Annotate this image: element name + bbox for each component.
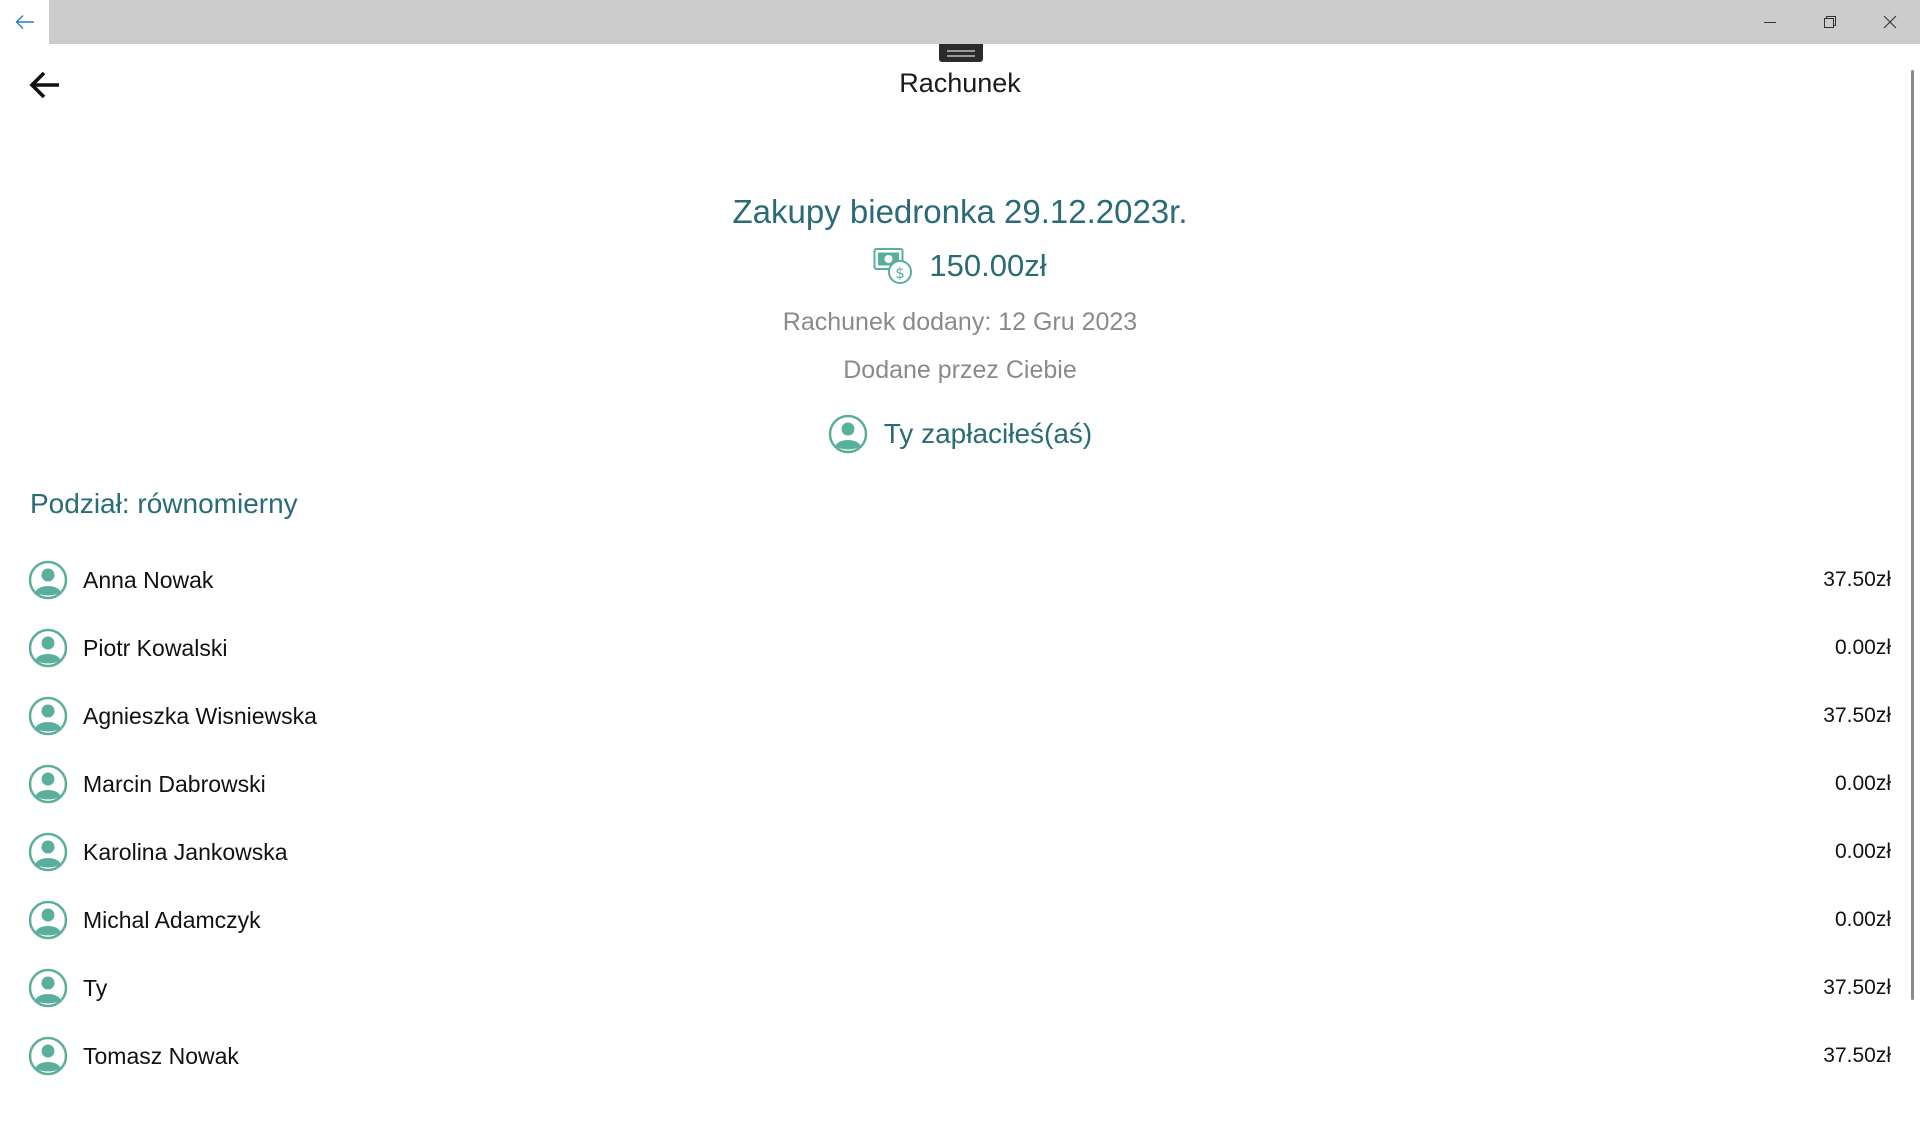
minimize-icon <box>1764 22 1776 23</box>
list-item[interactable]: Karolina Jankowska 0.00zł <box>28 818 1892 886</box>
money-icon: $ <box>873 248 913 284</box>
vertical-scrollbar[interactable] <box>1911 70 1914 1000</box>
participant-name: Anna Nowak <box>83 566 214 593</box>
user-avatar-icon <box>828 414 867 454</box>
minimize-button[interactable] <box>1740 0 1800 44</box>
page-title: Rachunek <box>899 68 1021 98</box>
restore-icon <box>1824 16 1836 28</box>
payer-label: Ty zapłaciłeś(aś) <box>883 418 1093 449</box>
list-item[interactable]: Piotr Kowalski 0.00zł <box>28 614 1892 682</box>
bill-amount-row: $ 150.00zł <box>0 247 1920 285</box>
participant-amount: 0.00zł <box>1834 840 1891 863</box>
user-avatar-icon <box>28 900 68 940</box>
bill-added-date: Rachunek dodany: 12 Gru 2023 <box>782 308 1138 336</box>
user-avatar-icon <box>28 560 68 600</box>
participant-name: Karolina Jankowska <box>83 838 288 865</box>
participant-amount: 37.50zł <box>1823 568 1891 591</box>
list-item[interactable]: Tomasz Nowak 37.50zł <box>28 1022 1892 1090</box>
participant-amount: 37.50zł <box>1823 976 1891 999</box>
user-avatar-icon <box>28 696 68 736</box>
bill-name: Zakupy biedronka 29.12.2023r. <box>732 193 1188 230</box>
split-heading: Podział: równomierny <box>30 488 298 519</box>
list-item[interactable]: Anna Nowak 37.50zł <box>28 546 1892 614</box>
list-item[interactable]: Agnieszka Wisniewska 37.50zł <box>28 682 1892 750</box>
window-titlebar <box>0 0 1920 44</box>
participant-name: Ty <box>83 974 108 1001</box>
bill-amount: 150.00zł <box>929 248 1047 283</box>
participant-amount: 0.00zł <box>1834 908 1891 931</box>
window-back-button[interactable] <box>0 0 49 44</box>
user-avatar-icon <box>28 968 68 1008</box>
participant-name: Piotr Kowalski <box>83 634 228 661</box>
payer-row: Ty zapłaciłeś(aś) <box>0 414 1920 454</box>
participant-name: Tomasz Nowak <box>83 1042 239 1069</box>
participants-list: Anna Nowak 37.50zł Piotr Kowalski 0.00zł… <box>28 546 1892 1090</box>
user-avatar-icon <box>28 832 68 872</box>
user-avatar-icon <box>28 764 68 804</box>
participant-amount: 0.00zł <box>1834 636 1891 659</box>
close-button[interactable] <box>1860 0 1920 44</box>
user-avatar-icon <box>28 628 68 668</box>
drag-handle[interactable] <box>939 44 983 62</box>
participant-amount: 0.00zł <box>1834 772 1891 795</box>
close-icon <box>1883 15 1897 29</box>
list-item[interactable]: Marcin Dabrowski 0.00zł <box>28 750 1892 818</box>
bill-added-by: Dodane przez Ciebie <box>843 356 1077 384</box>
svg-text:$: $ <box>896 264 906 282</box>
participant-name: Marcin Dabrowski <box>83 770 266 797</box>
participant-name: Agnieszka Wisniewska <box>83 702 317 729</box>
list-item[interactable]: Michal Adamczyk 0.00zł <box>28 886 1892 954</box>
arrow-left-icon <box>15 15 34 29</box>
participant-name: Michal Adamczyk <box>83 906 261 933</box>
user-avatar-icon <box>28 1036 68 1076</box>
app-window: Rachunek Zakupy biedronka 29.12.2023r. $… <box>0 0 1920 1131</box>
list-item[interactable]: Ty 37.50zł <box>28 954 1892 1022</box>
participant-amount: 37.50zł <box>1823 1044 1891 1067</box>
participant-amount: 37.50zł <box>1823 704 1891 727</box>
restore-button[interactable] <box>1800 0 1860 44</box>
